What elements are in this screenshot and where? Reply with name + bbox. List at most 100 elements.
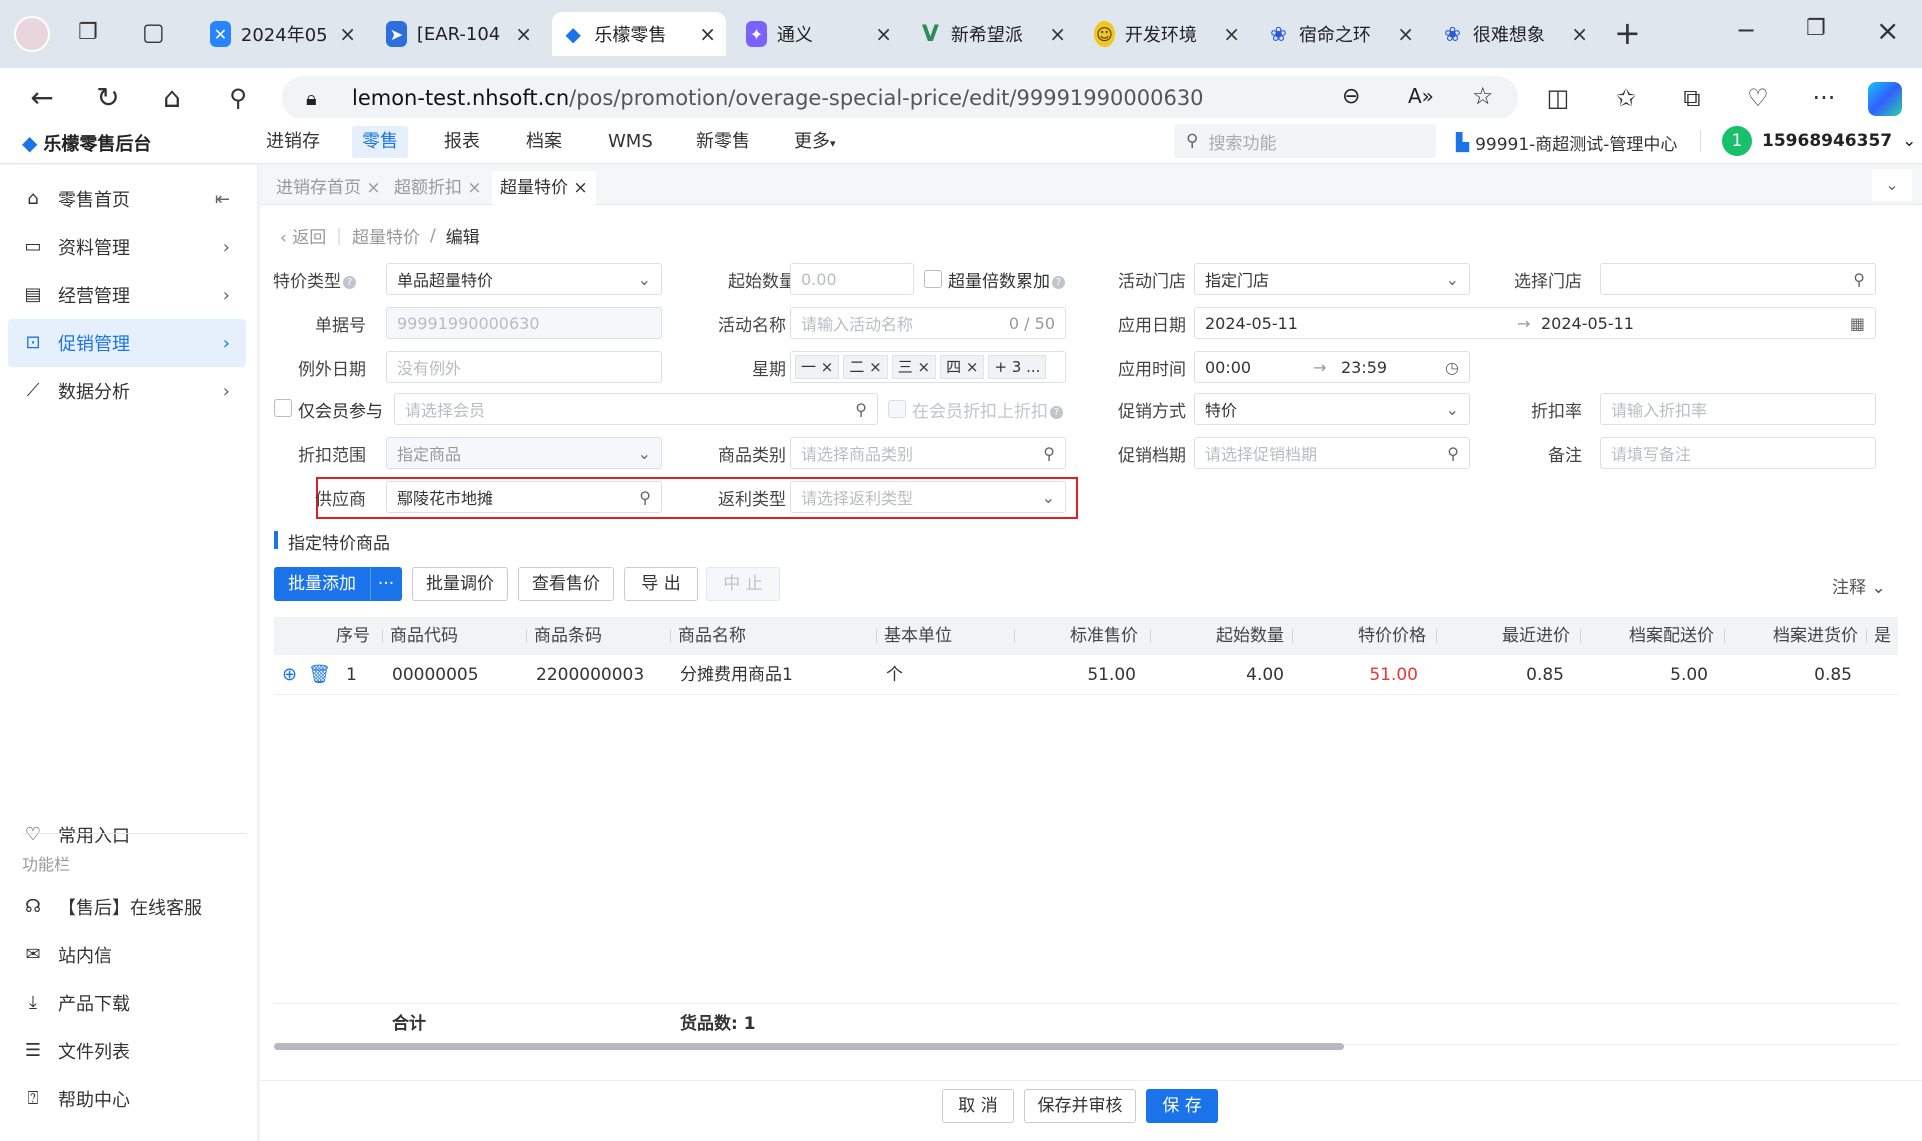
sidebar-item-business[interactable]: ▤ 经营管理 › [8,271,246,319]
horizontal-scrollbar[interactable] [274,1043,1344,1050]
refresh-icon[interactable]: ↻ [90,82,126,114]
search-icon[interactable]: ⚲ [855,400,867,419]
page-tab-overage-special[interactable]: 超量特价 × [492,171,596,205]
member-select-input[interactable]: 请选择会员 ⚲ [394,393,878,425]
close-icon[interactable]: × [467,178,481,198]
weekday-tag[interactable]: 一 × [795,355,840,379]
function-search-input[interactable]: ⚲ 搜索功能 [1174,124,1436,158]
url-field[interactable]: 🔒︎ lemon-test.nhsoft.cn/pos/promotion/ov… [282,76,1518,120]
store-switcher[interactable]: ▙ 99991-商超测试-管理中心 [1456,130,1677,156]
sidebar-item-data[interactable]: ▭ 资料管理 › [8,223,246,271]
back-link[interactable]: ‹ 返回 [280,223,326,248]
close-icon[interactable]: × [573,178,587,198]
save-button[interactable]: 保 存 [1146,1089,1218,1123]
more-menu-icon[interactable]: ··· [1806,82,1842,114]
rebate-type-select[interactable]: 请选择返利类型 ⌄ [790,481,1066,513]
remark-input[interactable]: 请填写备注 [1600,437,1876,469]
close-tab-icon[interactable]: × [339,22,356,46]
batch-price-button[interactable]: 批量调价 [412,567,508,601]
member-discount-checkbox[interactable] [888,400,906,418]
copilot-icon[interactable] [1868,82,1902,116]
cell-special-price[interactable]: 51.00 [1292,655,1418,695]
user-menu[interactable]: 1 15968946357 ⌄ [1722,126,1916,156]
tab-actions-icon[interactable]: ▢ [142,18,165,46]
zoom-out-icon[interactable]: ⊖ [1342,84,1360,109]
promo-method-select[interactable]: 特价 ⌄ [1194,393,1470,425]
category-input[interactable]: 请选择商品类别 ⚲ [790,437,1066,469]
breadcrumb-parent[interactable]: 超量特价 [352,223,420,248]
special-type-select[interactable]: 单品超量特价 ⌄ [386,263,662,295]
nav-baobiao[interactable]: 报表 [434,126,490,158]
collapse-sidebar-icon[interactable]: ⇤ [215,189,230,210]
close-tab-icon[interactable]: × [1049,22,1066,46]
scope-select[interactable]: 指定商品 ⌄ [386,437,662,469]
workspaces-icon[interactable]: ❐ [78,20,98,45]
view-price-button[interactable]: 查看售价 [518,567,614,601]
browser-tab[interactable]: V 新希望派 × [910,12,1076,56]
table-row[interactable]: ⊕ 🗑︎ 1 00000005 2200000003 分摊费用商品1 个 51.… [274,655,1898,695]
collections-icon[interactable]: ⧉ [1674,82,1710,114]
help-icon[interactable]: ? [1052,275,1065,289]
close-tab-icon[interactable]: × [875,22,892,46]
multiple-accum-checkbox[interactable] [924,270,942,288]
nav-more[interactable]: 更多▾ [784,126,846,158]
browser-tab[interactable]: ✕ 2024年05 × [200,12,366,56]
sidebar-item-promotion[interactable]: ⊡ 促销管理 › [8,319,246,367]
save-audit-button[interactable]: 保存并审核 [1024,1089,1136,1123]
promo-file-input[interactable]: 请选择促销档期 ⚲ [1194,437,1470,469]
performance-icon[interactable]: ♡ [1740,82,1776,114]
search-icon[interactable]: ⚲ [1043,444,1055,463]
select-store-input[interactable]: ⚲ [1600,263,1876,295]
browser-tab[interactable]: ❀ 很难想象 × [1432,12,1598,56]
read-aloud-icon[interactable]: A» [1408,84,1434,108]
restore-icon[interactable]: ❐ [1806,16,1826,41]
cancel-button[interactable]: 取 消 [942,1089,1014,1123]
sidebar-item-downloads[interactable]: ⤓ 产品下载 [8,979,246,1027]
browser-tab-active[interactable]: ◆ 乐檬零售 × [552,12,726,56]
search-icon[interactable]: ⚲ [639,488,651,507]
supplier-input[interactable]: 鄢陵花市地摊 ⚲ [386,481,662,513]
browser-tab[interactable]: ❀ 宿命之环 × [1258,12,1424,56]
add-row-icon[interactable]: ⊕ [282,655,297,695]
weekday-multiselect[interactable]: 一 × 二 × 三 × 四 × + 3 ... [790,351,1066,383]
close-tab-icon[interactable]: × [699,22,716,46]
favorite-star-icon[interactable]: ☆ [1472,82,1494,110]
search-icon[interactable]: ⚲ [1853,270,1865,289]
search-icon[interactable]: ⚲ [220,82,256,114]
apply-date-range[interactable]: 2024-05-11 → 2024-05-11 ▦ [1194,307,1876,339]
close-icon[interactable]: × [366,178,380,198]
close-tab-icon[interactable]: × [1571,22,1588,46]
sidebar-item-messages[interactable]: ✉ 站内信 [8,931,246,979]
start-qty-input[interactable]: 0.00 [790,263,914,295]
note-toggle[interactable]: 注释 ⌄ [1832,573,1886,598]
minimize-icon[interactable]: − [1736,16,1756,44]
close-tab-icon[interactable]: × [1223,22,1240,46]
activity-name-input[interactable]: 请输入活动名称 0 / 50 [790,307,1066,339]
home-icon[interactable]: ⌂ [154,82,190,114]
help-icon[interactable]: ? [1050,405,1063,419]
search-icon[interactable]: ⚲ [1447,444,1459,463]
close-window-icon[interactable]: × [1876,14,1899,47]
nav-xinlingshou[interactable]: 新零售 [686,126,760,158]
batch-add-button[interactable]: 批量添加 [274,567,370,601]
sidebar-item-analytics[interactable]: ⟋ 数据分析 › [8,367,246,415]
nav-wms[interactable]: WMS [598,126,663,158]
apply-time-range[interactable]: 00:00 → 23:59 ◷ [1194,351,1470,383]
profile-avatar[interactable] [14,16,50,52]
more-options-button[interactable]: ··· [370,567,402,601]
weekday-tag[interactable]: 三 × [891,355,937,379]
sidebar-item-help[interactable]: ⍰ 帮助中心 [8,1075,246,1123]
close-tab-icon[interactable]: × [1397,22,1414,46]
help-icon[interactable]: ? [343,275,356,289]
page-tab-home[interactable]: 进销存首页 × [268,171,389,205]
store-select[interactable]: 指定门店 ⌄ [1194,263,1470,295]
favorites-icon[interactable]: ✩ [1608,82,1644,114]
member-only-checkbox[interactable] [274,399,292,417]
delete-row-icon[interactable]: 🗑︎ [308,655,331,695]
weekday-more-tag[interactable]: + 3 ... [988,355,1047,379]
browser-tab[interactable]: ➤ [EAR-104 × [376,12,542,56]
split-screen-icon[interactable]: ◫ [1540,82,1576,114]
export-button[interactable]: 导 出 [624,567,698,601]
app-logo[interactable]: ◆ 乐檬零售后台 [22,130,151,156]
discount-rate-input[interactable]: 请输入折扣率 [1600,393,1876,425]
